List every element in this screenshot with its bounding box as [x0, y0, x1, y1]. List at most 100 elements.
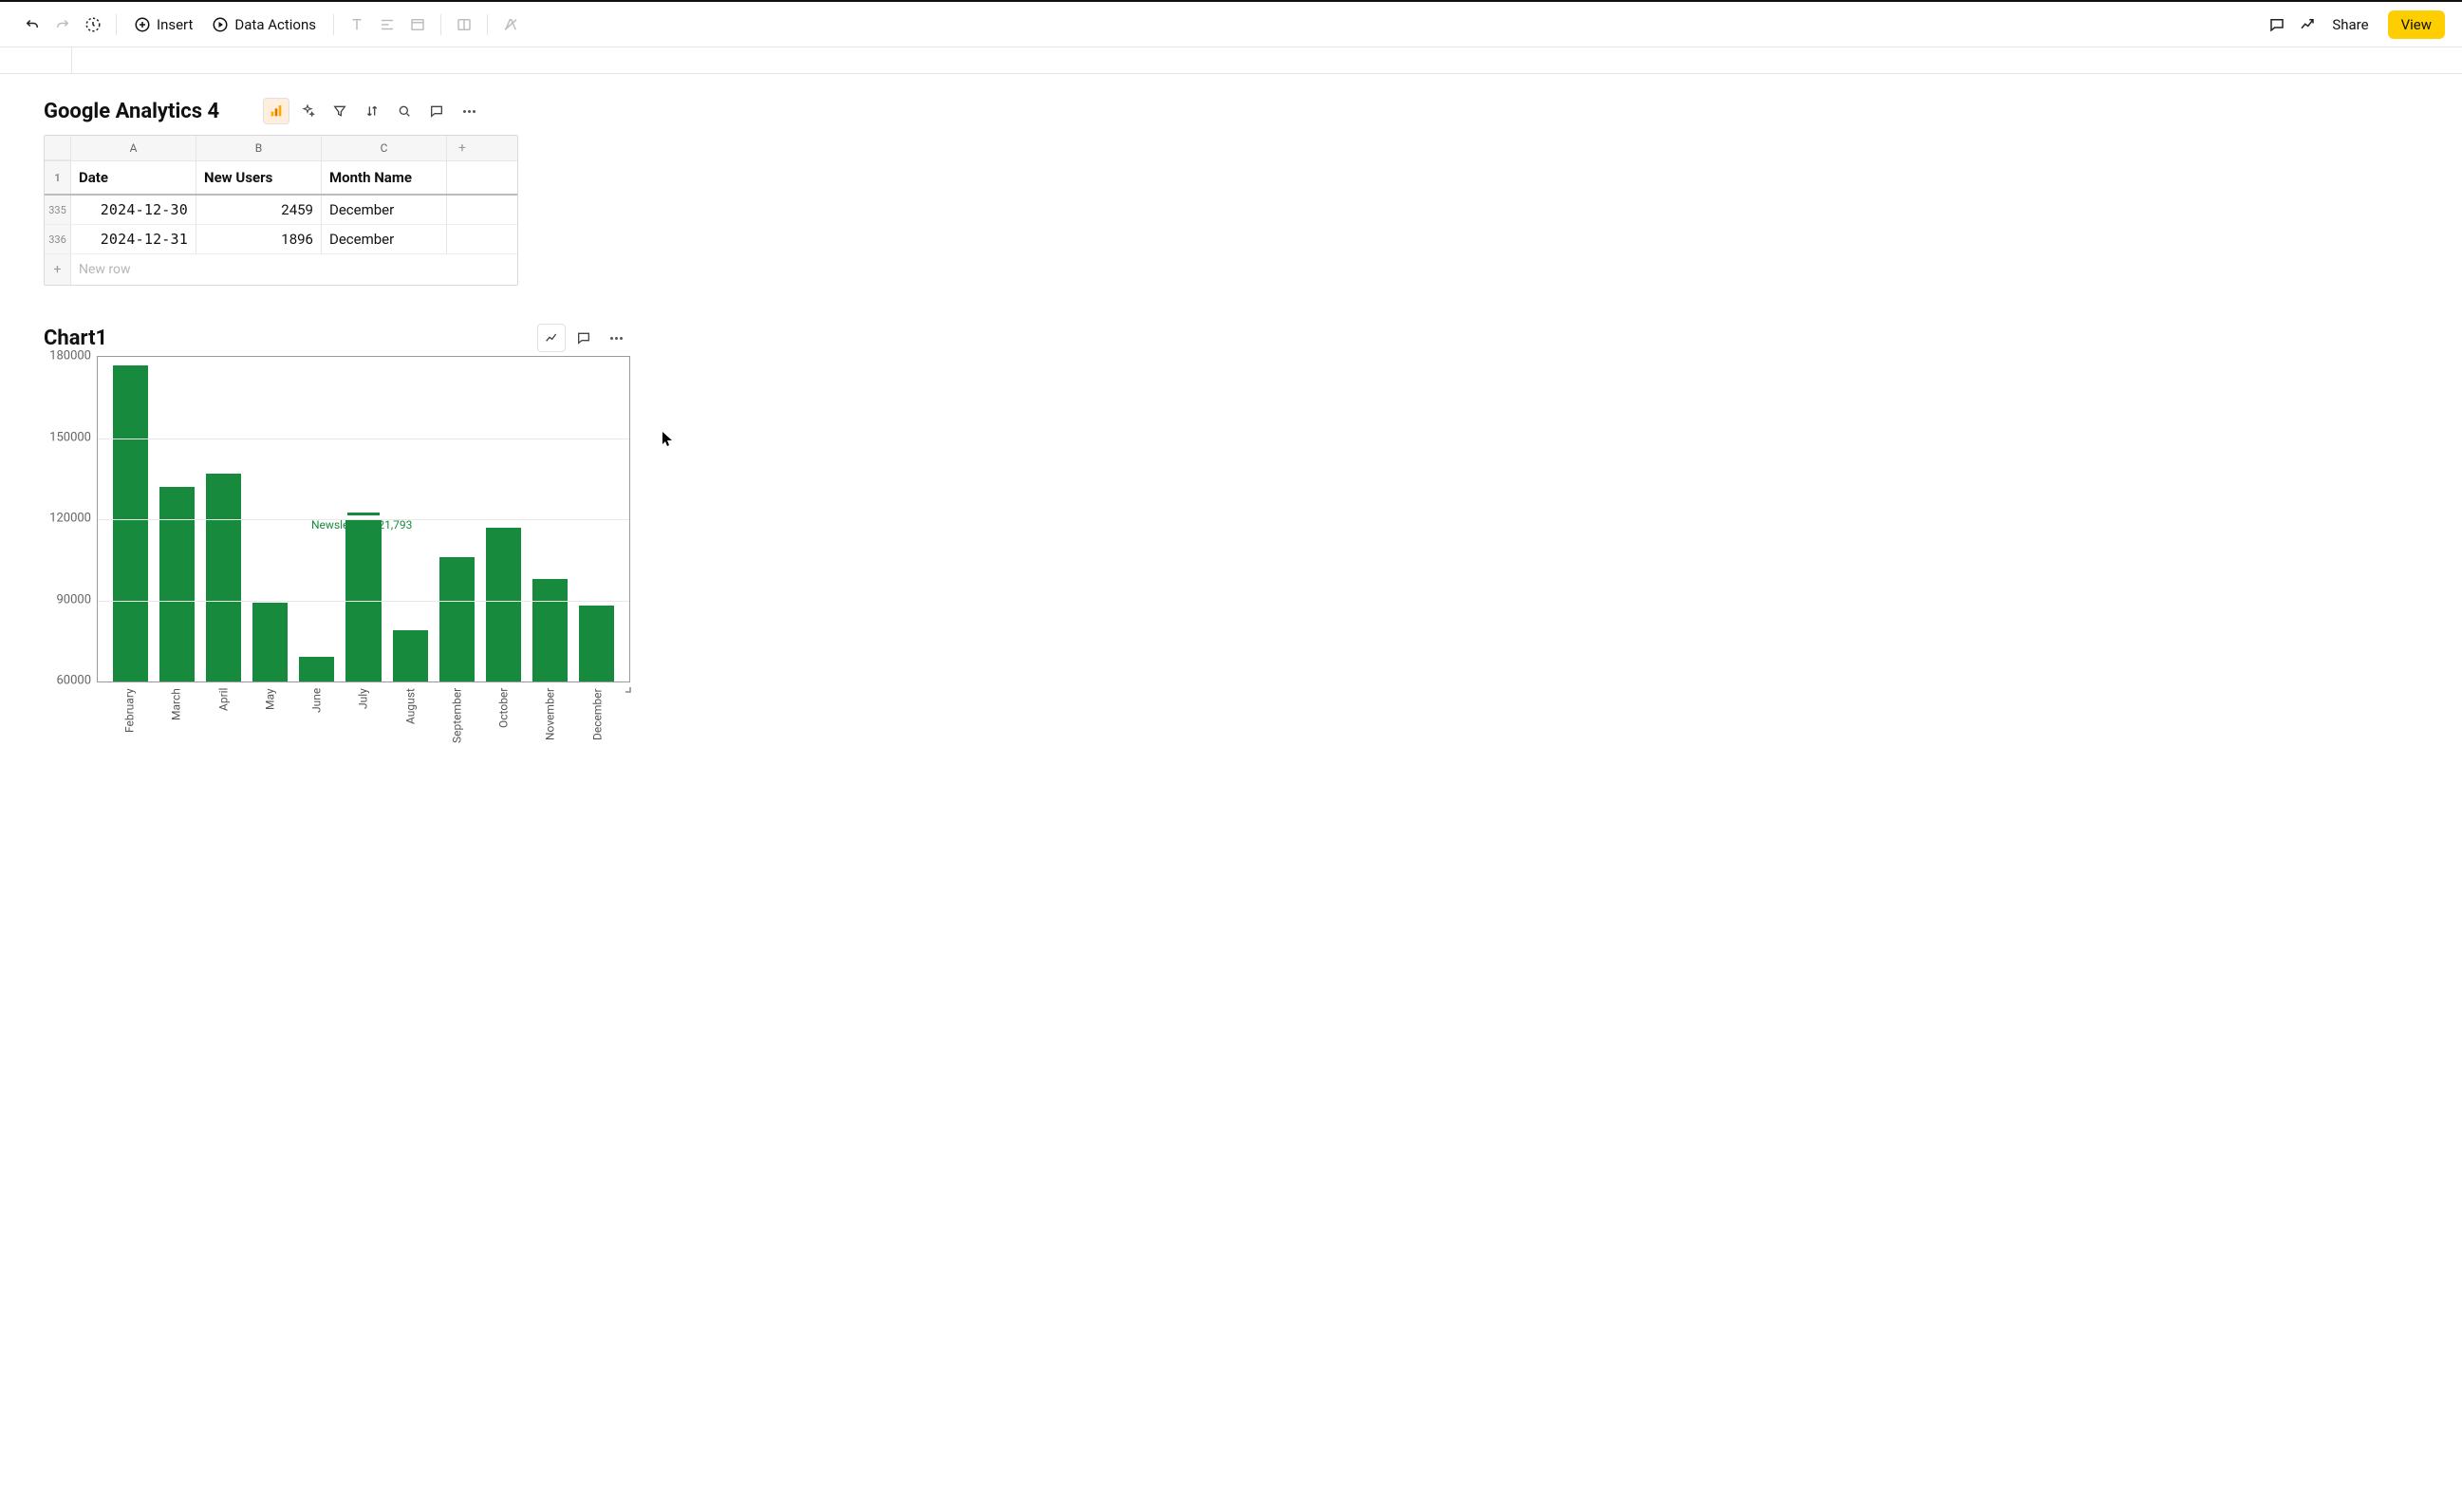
row-pad [447, 225, 477, 253]
chart-x-axis: FebruaryMarchAprilMayJuneJulyAugustSepte… [97, 682, 630, 764]
ga-connector-icon[interactable] [263, 98, 289, 124]
chart-plot-area[interactable]: Newsletter: 121,793 [97, 356, 630, 682]
row-number[interactable]: 336 [45, 225, 71, 253]
x-tick-label: March [159, 688, 194, 764]
cell-new-users[interactable]: 2459 [196, 196, 322, 224]
add-column-button[interactable]: + [447, 136, 477, 160]
add-row-button[interactable]: + [45, 254, 71, 285]
new-row[interactable]: + New row [45, 254, 517, 285]
insert-button[interactable]: Insert [124, 9, 202, 40]
share-button[interactable]: Share [2322, 16, 2378, 33]
chart-bar[interactable] [206, 474, 241, 681]
table-title: Google Analytics 4 [44, 100, 219, 123]
chart-bar[interactable] [439, 557, 475, 681]
table-comments-button[interactable] [422, 97, 451, 125]
chart-goal-label: Newsletter: 121,793 [311, 518, 412, 532]
more-icon [463, 110, 476, 113]
y-tick-label: 90000 [56, 592, 91, 607]
chart-more-button[interactable] [602, 324, 630, 352]
undo-button[interactable] [17, 9, 47, 40]
column-header-c[interactable]: C [322, 136, 447, 160]
column-format-button[interactable] [449, 9, 479, 40]
new-row-placeholder[interactable]: New row [71, 254, 517, 285]
cell-new-users[interactable]: 1896 [196, 225, 322, 253]
view-label: View [2401, 16, 2432, 33]
chart-bar[interactable] [113, 365, 148, 681]
table-more-button[interactable] [455, 97, 483, 125]
x-tick-label: June [299, 688, 334, 764]
toolbar-separator [487, 14, 488, 35]
row-number[interactable]: 335 [45, 196, 71, 224]
clear-format-button[interactable] [495, 9, 526, 40]
cell-month[interactable]: December [322, 225, 447, 253]
chart-y-axis: 6000090000120000150000180000 [44, 356, 97, 681]
x-tick-label: July [345, 688, 381, 764]
cell-date[interactable]: 2024-12-31 [71, 225, 196, 253]
data-actions-button[interactable]: Data Actions [202, 9, 326, 40]
table-row[interactable]: 336 2024-12-31 1896 December [45, 225, 517, 254]
cell-date[interactable]: 2024-12-30 [71, 196, 196, 224]
cell-format-button[interactable] [402, 9, 433, 40]
chart-gridline [98, 601, 629, 602]
history-button[interactable] [78, 9, 108, 40]
y-tick-label: 120000 [49, 512, 91, 526]
table-row[interactable]: 335 2024-12-30 2459 December [45, 196, 517, 225]
align-button[interactable] [372, 9, 402, 40]
chart-bar[interactable] [252, 603, 288, 681]
search-button[interactable] [390, 97, 419, 125]
header-date[interactable]: Date [71, 161, 196, 194]
x-tick-label: April [206, 688, 241, 764]
document-canvas: Google Analytics 4 [0, 74, 2462, 840]
chart-block: Chart1 60000 90000 120000 150000 180000 [44, 324, 630, 764]
x-tick-label: November [532, 688, 568, 764]
header-new-users[interactable]: New Users [196, 161, 322, 194]
x-tick-label: December [580, 688, 615, 764]
data-table[interactable]: A B C + 1 Date New Users Month Name 335 … [44, 135, 518, 286]
header-row-number[interactable]: 1 [45, 161, 71, 194]
chart-comments-button[interactable] [569, 324, 598, 352]
chart-bar[interactable] [159, 487, 195, 681]
y-tick-label: 60000 [56, 674, 91, 688]
chart-bar[interactable] [393, 630, 428, 681]
trend-button[interactable] [2292, 9, 2322, 40]
select-all-cell[interactable] [45, 136, 71, 160]
y-tick-label: 180000 [49, 349, 91, 364]
share-label: Share [2332, 16, 2368, 33]
x-tick-label: October [486, 688, 521, 764]
ai-sparkle-button[interactable] [293, 97, 322, 125]
header-pad [447, 161, 477, 194]
x-tick-label: May [252, 688, 288, 764]
chart-bar[interactable] [486, 528, 521, 681]
chart-bar[interactable] [579, 606, 614, 681]
text-format-button[interactable] [342, 9, 372, 40]
insert-label: Insert [157, 16, 193, 33]
toolbar-separator [116, 14, 117, 35]
comments-button[interactable] [2262, 9, 2292, 40]
data-actions-label: Data Actions [234, 16, 316, 33]
header-month[interactable]: Month Name [322, 161, 447, 194]
column-header-b[interactable]: B [196, 136, 322, 160]
chart-title: Chart1 [44, 327, 107, 350]
chart-goal-line [347, 513, 380, 515]
top-toolbar: Insert Data Actions [0, 2, 2462, 47]
view-button[interactable]: View [2388, 10, 2445, 39]
chart-bar[interactable] [299, 657, 334, 681]
redo-button[interactable] [47, 9, 78, 40]
toolbar-separator [333, 14, 334, 35]
cell-month[interactable]: December [322, 196, 447, 224]
formula-bar[interactable] [0, 47, 2462, 74]
sort-button[interactable] [358, 97, 386, 125]
analytics-icon [269, 103, 284, 119]
toolbar-separator [440, 14, 441, 35]
more-icon [610, 337, 623, 340]
filter-button[interactable] [326, 97, 354, 125]
chart-resize-handle[interactable] [620, 681, 631, 693]
table-block: Google Analytics 4 [44, 97, 2462, 286]
chart-bar[interactable] [532, 579, 568, 681]
chart-type-button[interactable] [537, 324, 566, 352]
cell-reference-box[interactable] [0, 47, 72, 73]
x-tick-label: September [439, 688, 475, 764]
column-header-a[interactable]: A [71, 136, 196, 160]
x-tick-label: February [112, 688, 147, 764]
y-tick-label: 150000 [49, 430, 91, 444]
